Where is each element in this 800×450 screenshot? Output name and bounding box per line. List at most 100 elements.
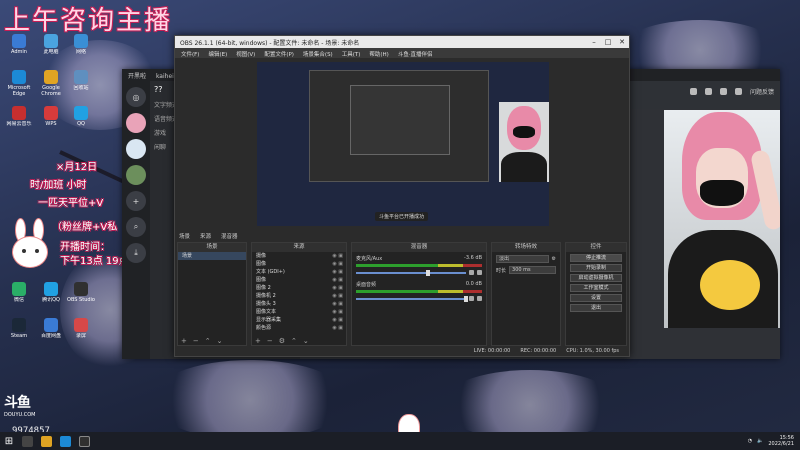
gear-icon[interactable]: ⚙ [552, 256, 556, 262]
server-avatar[interactable] [126, 165, 146, 185]
source-item[interactable]: 文本 (GDI+) ◉ ▣ [252, 268, 346, 276]
add-server-icon[interactable]: + [126, 191, 146, 211]
source-item[interactable]: 摄像头 3 ◉ ▣ [252, 300, 346, 308]
tab-sources[interactable]: 来源 [200, 232, 211, 240]
visibility-lock-icon[interactable]: ◉ ▣ [332, 276, 343, 284]
webcam-feed [664, 110, 780, 328]
visibility-lock-icon[interactable]: ◉ ▣ [332, 260, 343, 268]
down-icon[interactable]: ⌄ [303, 337, 309, 345]
up-icon[interactable]: ⌃ [205, 337, 211, 345]
network-icon[interactable]: ◔ [748, 438, 752, 444]
inbox-icon[interactable] [734, 87, 742, 95]
exit-button[interactable]: 退出 [570, 304, 622, 312]
system-tray: ◔ 🔈 15:56 2022/6/21 [748, 435, 800, 447]
obs-window-title: OBS 26.1.1 (64-bit, windows) - 配置文件: 未命名… [180, 39, 360, 47]
menu-edit[interactable]: 编辑(E) [208, 50, 227, 58]
gear-icon[interactable] [477, 270, 482, 275]
gear-icon[interactable] [477, 296, 482, 301]
desktop-icon[interactable]: Google Chrome [36, 70, 66, 97]
speaker-icon[interactable] [469, 296, 474, 301]
scene-item[interactable]: 场景 [178, 252, 246, 260]
obs-preview[interactable]: 斗鱼平台已开播成功 [257, 62, 549, 226]
menu-douyu[interactable]: 斗鱼·直播伴侣 [398, 50, 433, 58]
desktop-icon[interactable]: 录屏 [66, 318, 96, 345]
tab-mixer[interactable]: 混音器 [221, 232, 238, 240]
rec-timer: REC: 00:00:00 [520, 348, 557, 354]
source-item[interactable]: 图像文本 ◉ ▣ [252, 308, 346, 316]
menu-tools[interactable]: 工具(T) [342, 50, 361, 58]
visibility-lock-icon[interactable]: ◉ ▣ [332, 316, 343, 324]
add-icon[interactable]: + [255, 337, 261, 345]
settings-button[interactable]: 设置 [570, 294, 622, 302]
transition-select[interactable]: 淡出 [496, 255, 549, 263]
tab-scenes[interactable]: 场景 [179, 232, 190, 240]
server-avatar[interactable] [126, 139, 146, 159]
visibility-lock-icon[interactable]: ◉ ▣ [332, 284, 343, 292]
volume-icon[interactable]: 🔈 [757, 438, 763, 444]
remove-icon[interactable]: − [267, 337, 273, 345]
source-item[interactable]: 图像 ◉ ▣ [252, 276, 346, 284]
bell-icon[interactable] [689, 87, 697, 95]
stop-streaming-button[interactable]: 停止推流 [570, 254, 622, 262]
menu-profile[interactable]: 配置文件(P) [264, 50, 294, 58]
visibility-lock-icon[interactable]: ◉ ▣ [332, 292, 343, 300]
desktop-icon[interactable]: 百度网盘 [36, 318, 66, 345]
pin-icon[interactable] [704, 87, 712, 95]
server-avatar[interactable] [126, 113, 146, 133]
desktop-icon[interactable]: 微信 [4, 282, 34, 309]
edge-icon[interactable] [60, 435, 71, 447]
start-button[interactable]: ⊞ [0, 436, 18, 447]
speaker-icon[interactable] [469, 270, 474, 275]
maximize-button[interactable]: □ [601, 38, 615, 46]
duration-input[interactable]: 300 ms [509, 266, 556, 274]
visibility-lock-icon[interactable]: ◉ ▣ [332, 324, 343, 332]
explorer-icon[interactable] [41, 435, 52, 447]
menu-help[interactable]: 帮助(H) [369, 50, 388, 58]
visibility-lock-icon[interactable]: ◉ ▣ [332, 300, 343, 308]
source-label: 摄像头 3 [256, 301, 276, 307]
desktop-icon[interactable]: 此电脑 [36, 34, 66, 61]
source-item[interactable]: 颜色源 ◉ ▣ [252, 324, 346, 332]
download-icon[interactable]: ⤓ [126, 243, 146, 263]
desktop-icon[interactable]: 回收站 [66, 70, 96, 97]
visibility-lock-icon[interactable]: ◉ ▣ [332, 268, 343, 276]
gear-icon[interactable]: ⚙ [279, 337, 285, 345]
desktop-icon[interactable]: Steam [4, 318, 34, 345]
members-icon[interactable] [719, 87, 727, 95]
desktop-icon[interactable]: 网易云音乐 [4, 106, 34, 133]
source-item[interactable]: 图像 ◉ ▣ [252, 260, 346, 268]
volume-slider[interactable] [356, 269, 482, 276]
menu-view[interactable]: 视图(V) [236, 50, 255, 58]
down-icon[interactable]: ⌄ [217, 337, 223, 345]
search-icon[interactable] [22, 435, 33, 447]
menu-scene-collection[interactable]: 场景集合(S) [303, 50, 333, 58]
feedback-link[interactable]: 问题反馈 [750, 87, 774, 96]
desktop-icon[interactable]: Admin [4, 34, 34, 61]
virtual-camera-button[interactable]: 启动虚拟摄像机 [570, 274, 622, 282]
remove-icon[interactable]: − [193, 337, 199, 345]
volume-slider[interactable] [356, 295, 482, 302]
desktop-icon[interactable]: WPS [36, 106, 66, 133]
studio-mode-button[interactable]: 工作室模式 [570, 284, 622, 292]
add-icon[interactable]: + [181, 337, 187, 345]
minimize-button[interactable]: – [587, 38, 601, 46]
visibility-lock-icon[interactable]: ◉ ▣ [332, 308, 343, 316]
source-item[interactable]: 摄像机 2 ◉ ▣ [252, 292, 346, 300]
start-recording-button[interactable]: 开始录制 [570, 264, 622, 272]
menu-file[interactable]: 文件(F) [181, 50, 199, 58]
close-button[interactable]: ✕ [615, 38, 629, 46]
desktop-icon[interactable]: OBS Studio [66, 282, 96, 309]
source-item[interactable]: 摄像 ◉ ▣ [252, 252, 346, 260]
visibility-lock-icon[interactable]: ◉ ▣ [332, 252, 343, 260]
clock[interactable]: 15:56 2022/6/21 [768, 435, 794, 447]
obs-icon[interactable] [79, 435, 90, 447]
desktop-icon[interactable]: QQ [66, 106, 96, 133]
source-item[interactable]: 显示器采集 ◉ ▣ [252, 316, 346, 324]
desktop-icon[interactable]: 腾讯QQ [36, 282, 66, 309]
source-item[interactable]: 图像 2 ◉ ▣ [252, 284, 346, 292]
home-server-icon[interactable]: ◎ [126, 87, 146, 107]
up-icon[interactable]: ⌃ [291, 337, 297, 345]
desktop-icon[interactable]: 网络 [66, 34, 96, 61]
desktop-icon[interactable]: Microsoft Edge [4, 70, 34, 97]
search-server-icon[interactable]: ⌕ [126, 217, 146, 237]
